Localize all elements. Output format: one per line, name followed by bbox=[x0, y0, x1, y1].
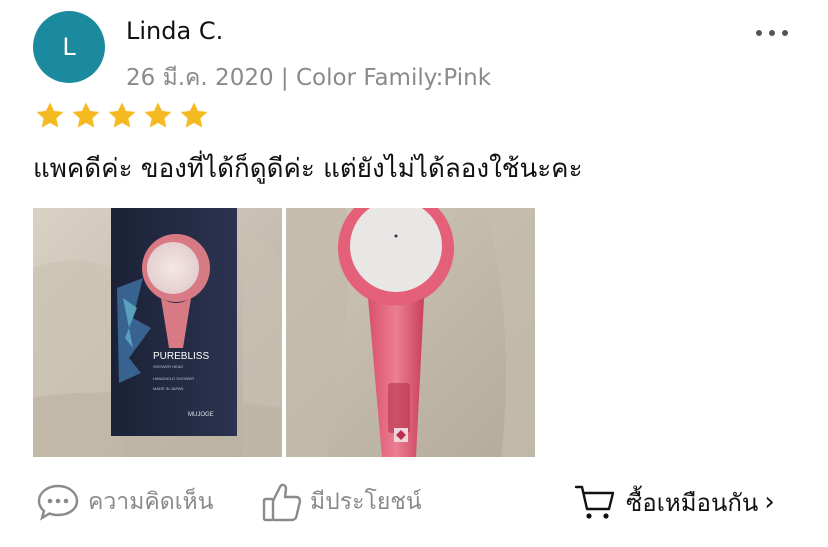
comment-icon bbox=[37, 484, 79, 521]
helpful-label: มีประโยชน์ bbox=[310, 489, 422, 515]
star-icon bbox=[144, 102, 172, 128]
comment-label: ความคิดเห็น bbox=[88, 489, 214, 515]
star-icon bbox=[72, 102, 100, 128]
review-photo-1[interactable]: PUREBLISS SHOWER HEAD HANDHELD SHOWER MA… bbox=[33, 208, 282, 457]
box-line-1: HANDHELD SHOWER bbox=[153, 376, 194, 381]
star-icon bbox=[180, 102, 208, 128]
review-text: แพคดีค่ะ ของที่ได้ก็ดูดีค่ะ แต่ยังไม่ได้… bbox=[33, 154, 583, 184]
cart-icon bbox=[574, 485, 615, 519]
chevron-right-icon: › bbox=[764, 487, 775, 517]
star-rating bbox=[34, 100, 210, 132]
star-icon bbox=[108, 102, 136, 128]
review-meta: 26 มี.ค. 2020 | Color Family:Pink bbox=[126, 65, 492, 91]
review-actions: ความคิดเห็น มีประโยชน์ ซื้อเหมือนกัน › bbox=[0, 478, 828, 526]
helpful-button[interactable]: มีประโยชน์ bbox=[262, 478, 422, 526]
more-dots-icon[interactable] bbox=[754, 24, 790, 42]
box-logo: MUJOGE bbox=[188, 412, 214, 418]
buy-same-button[interactable]: ซื้อเหมือนกัน › bbox=[574, 478, 775, 526]
comment-button[interactable]: ความคิดเห็น bbox=[36, 478, 213, 526]
star-icon bbox=[36, 102, 64, 128]
avatar[interactable]: L bbox=[33, 11, 105, 83]
thumbs-up-icon bbox=[262, 483, 302, 522]
review-photo-2[interactable] bbox=[286, 208, 535, 457]
box-brand: PUREBLISS bbox=[153, 351, 209, 362]
avatar-initial: L bbox=[62, 33, 76, 61]
buy-same-label: ซื้อเหมือนกัน bbox=[626, 488, 759, 517]
reviewer-name: Linda C. bbox=[126, 17, 224, 45]
box-brand-sub: SHOWER HEAD bbox=[153, 364, 183, 369]
box-line-2: MADE IN JAPAN bbox=[153, 386, 183, 391]
